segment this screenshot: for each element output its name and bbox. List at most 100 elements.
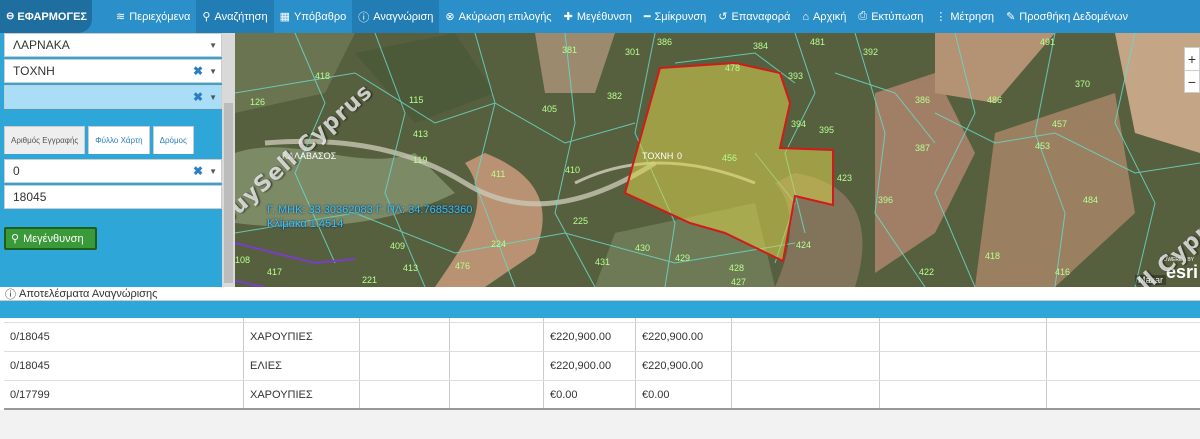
cancel-icon: ⊗ — [445, 11, 455, 23]
parcel-label: 418 — [315, 71, 330, 81]
map-label-zero: 0 — [677, 151, 682, 161]
cell-registration: 0/17799 — [4, 381, 244, 408]
apps-label: ΕΦΑΡΜΟΓΕΣ — [17, 10, 88, 23]
toolbar-reset[interactable]: ↺ Επαναφορά — [712, 0, 796, 33]
toolbar-print[interactable]: ⎙ Εκτύπωση — [852, 0, 929, 33]
toolbar-zoom-out[interactable]: ━ Σμίκρυνση — [638, 0, 712, 33]
parcel-label: 424 — [796, 240, 811, 250]
cell-empty — [450, 323, 544, 351]
panel-scrollbar[interactable] — [222, 33, 235, 287]
parcel-label: 431 — [595, 257, 610, 267]
cell-value: €220,900.00 — [544, 352, 636, 380]
ruler-icon: ⋮ — [935, 11, 947, 23]
toolbar-contents[interactable]: ≋ Περιεχόμενα — [110, 0, 196, 33]
zoom-out-button[interactable]: − — [1185, 70, 1199, 92]
coordinates-readout: Γ. ΜΗΚ: 33.30362083 Γ. ΠΛ: 34.76853360 Κ… — [267, 203, 472, 231]
table-row[interactable]: 0/18045 ΕΛΙΕΣ €220,900.00 €220,900.00 — [4, 352, 1200, 381]
toolbar-label: Μεγέθυνση — [576, 10, 632, 23]
toolbar-label: Προσθήκη Δεδομένων — [1019, 10, 1129, 23]
toolbar-measure[interactable]: ⋮ Μέτρηση — [929, 0, 1000, 33]
parcel-label: 384 — [753, 41, 768, 51]
area-select[interactable]: ✖ ▼ — [4, 85, 222, 109]
grid-icon: ▦ — [279, 11, 290, 23]
toolbar-label: Αναζήτηση — [214, 10, 268, 23]
parcel-label: 413 — [413, 129, 428, 139]
results-table: 0/18045 ΧΑΡΟΥΠΙΕΣ €220,900.00 €220,900.0… — [4, 318, 1200, 410]
parcel-label: 484 — [1083, 195, 1098, 205]
results-title: ⓘ Αποτελέσματα Αναγνώρισης — [0, 287, 1200, 301]
cell-empty — [732, 381, 880, 408]
parcel-label: 411 — [491, 169, 505, 179]
tab-map-sheet[interactable]: Φύλλο Χάρτη — [88, 126, 150, 154]
toolbar-zoom-in[interactable]: ✚ Μεγέθυνση — [558, 0, 638, 33]
parcel-label: 224 — [491, 239, 506, 249]
caret-down-icon: ▼ — [209, 66, 217, 76]
enlarge-label: Μεγένθυνση — [23, 232, 84, 245]
cell-type: ΧΑΡΟΥΠΙΕΣ — [244, 381, 360, 408]
parcel-label: 119 — [413, 155, 427, 165]
minus-icon: ━ — [643, 11, 651, 23]
cell-empty — [450, 352, 544, 380]
parcel-label: 126 — [250, 97, 265, 107]
parcel-label: 430 — [635, 243, 650, 253]
parcel-label: 108 — [235, 255, 250, 265]
toolbar-label: Αναγνώριση — [373, 10, 434, 23]
search-icon: ⚲ — [11, 233, 20, 245]
registration-value: 18045 — [13, 190, 47, 204]
toolbar-search[interactable]: ⚲ Αναζήτηση — [196, 0, 274, 33]
table-row[interactable]: 0/17799 ΧΑΡΟΥΠΙΕΣ €0.00 €0.00 — [4, 381, 1200, 410]
search-panel: ΛΑΡΝΑΚΑ ▼ ΤΟΧΝΗ ✖ ▼ ✖ ▼ Αριθμός Εγγραφής… — [0, 33, 235, 287]
tab-label: Φύλλο Χάρτη — [95, 136, 143, 145]
table-row[interactable]: 0/18045 ΧΑΡΟΥΠΙΕΣ €220,900.00 €220,900.0… — [4, 323, 1200, 352]
tab-road[interactable]: Δρόμος — [152, 126, 194, 154]
cell-registration: 0/18045 — [4, 323, 244, 351]
clear-icon[interactable]: ✖ — [193, 164, 203, 178]
layers-icon: ≋ — [116, 11, 126, 23]
parcel-label: 301 — [625, 47, 640, 57]
results-title-label: Αποτελέσματα Αναγνώρισης — [19, 287, 158, 300]
district-select[interactable]: ΛΑΡΝΑΚΑ ▼ — [4, 33, 222, 57]
map-view[interactable]: ΚΑΛΑΒΑΣΟΣ ΤΟΧΝΗ 0 456 381 301 386 478 38… — [235, 33, 1200, 287]
search-tabs: Αριθμός Εγγραφής Φύλλο Χάρτη Δρόμος — [4, 126, 194, 154]
parcel-label: 418 — [985, 251, 1000, 261]
parcel-label: 381 — [562, 45, 577, 55]
cell-value: €0.00 — [636, 381, 732, 408]
clear-icon[interactable]: ✖ — [193, 64, 203, 78]
reset-icon: ↺ — [718, 11, 728, 23]
cell-registration: 0/18045 — [4, 352, 244, 380]
toolbar-identify[interactable]: ⓘ Αναγνώριση — [352, 0, 440, 33]
parcel-label: 453 — [1035, 141, 1050, 151]
parcel-label: 382 — [607, 91, 622, 101]
parcel-label: 416 — [1055, 267, 1070, 277]
results-header-bar — [0, 301, 1200, 318]
edit-icon: ✎ — [1006, 11, 1016, 23]
toolbar-home[interactable]: ⌂ Αρχική — [796, 0, 852, 33]
toolbar-add-data[interactable]: ✎ Προσθήκη Δεδομένων — [1000, 0, 1134, 33]
cell-type: ΕΛΙΕΣ — [244, 352, 360, 380]
parcel-label: 370 — [1075, 79, 1090, 89]
parcel-label: 476 — [455, 261, 470, 271]
parcel-label: 387 — [915, 143, 930, 153]
caret-down-icon: ▼ — [209, 40, 217, 50]
parcel-label: 491 — [1040, 37, 1055, 47]
district-value: ΛΑΡΝΑΚΑ — [13, 38, 70, 52]
clear-icon[interactable]: ✖ — [193, 90, 203, 104]
apps-button[interactable]: ⊖ ΕΦΑΡΜΟΓΕΣ — [0, 0, 92, 33]
tab-registration-number[interactable]: Αριθμός Εγγραφής — [4, 126, 86, 154]
sheet-select[interactable]: 0 ✖ ▼ — [4, 159, 222, 183]
toolbar-basemap[interactable]: ▦ Υπόβαθρο — [274, 0, 353, 33]
community-select[interactable]: ΤΟΧΝΗ ✖ ▼ — [4, 59, 222, 83]
scrollbar-thumb[interactable] — [224, 103, 233, 283]
toolbar-clear-selection[interactable]: ⊗ Ακύρωση επιλογής — [439, 0, 557, 33]
parcel-label: 409 — [390, 241, 405, 251]
registration-input[interactable]: 18045 — [4, 185, 222, 209]
cell-empty — [360, 381, 450, 408]
enlarge-button[interactable]: ⚲ Μεγένθυνση — [4, 227, 97, 250]
toolbar-label: Υπόβαθρο — [293, 10, 347, 23]
zoom-in-button[interactable]: + — [1185, 48, 1199, 70]
toolbar-label: Επαναφορά — [731, 10, 791, 23]
cell-value: €0.00 — [544, 381, 636, 408]
toolbar-label: Αρχική — [812, 10, 847, 23]
parcel-label: 393 — [788, 71, 803, 81]
cell-empty — [732, 352, 880, 380]
